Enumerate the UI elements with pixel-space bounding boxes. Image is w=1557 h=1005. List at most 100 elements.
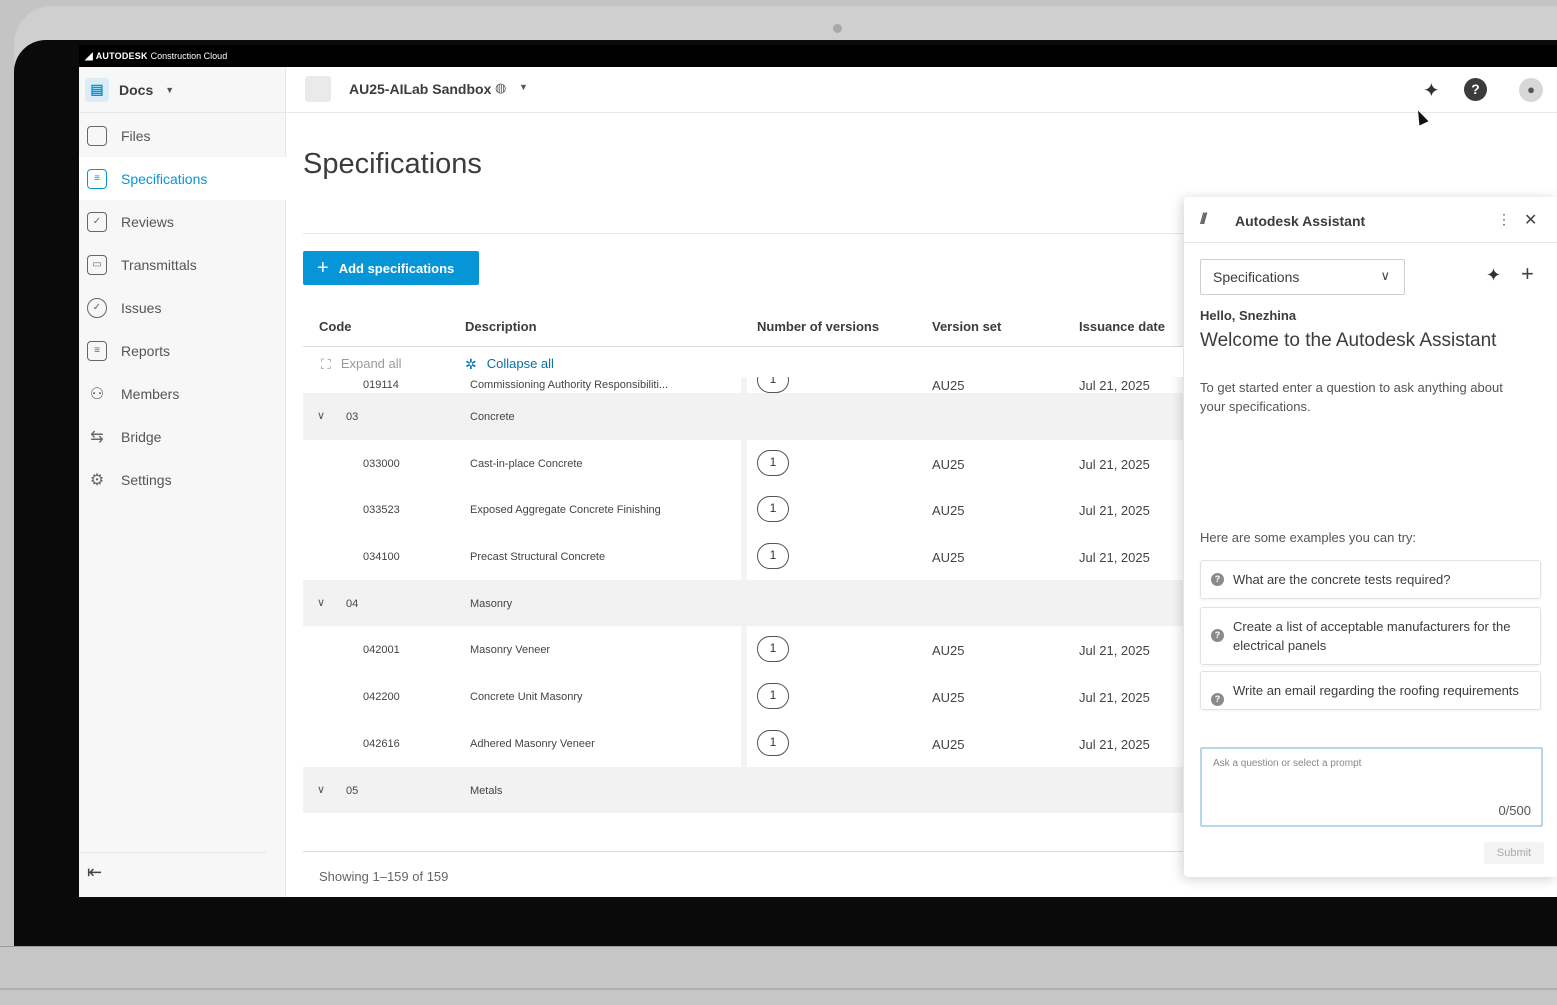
- group-row[interactable]: ∨ 04 Masonry: [303, 579, 1183, 627]
- sidebar-item-reports[interactable]: ≡ Reports: [79, 329, 286, 372]
- close-icon[interactable]: ✕: [1524, 210, 1537, 230]
- chevron-down-icon[interactable]: ∨: [317, 596, 325, 609]
- module-switcher[interactable]: ▤ Docs ▼: [79, 67, 286, 113]
- column-header-issuance-date[interactable]: Issuance date: [1079, 319, 1165, 334]
- ai-sparkle-icon[interactable]: ✦: [1423, 78, 1440, 103]
- assistant-input-placeholder: Ask a question or select a prompt: [1213, 758, 1362, 769]
- row-versions-badge[interactable]: 1: [757, 729, 789, 756]
- group-row[interactable]: ∨ 03 Concrete: [303, 393, 1183, 440]
- row-version-set: AU25: [932, 690, 965, 706]
- reviews-icon: ✓: [87, 211, 107, 232]
- sidebar-item-issues[interactable]: ✓ Issues: [79, 286, 286, 329]
- column-header-version-set[interactable]: Version set: [932, 319, 1001, 334]
- row-description: Commissioning Authority Responsibiliti..…: [470, 379, 669, 391]
- assistant-panel: /// Autodesk Assistant ⋮ ✕ Specification…: [1184, 197, 1557, 877]
- table-row[interactable]: 034100 Precast Structural Concrete 1 AU2…: [303, 533, 1183, 580]
- plus-icon: +: [317, 257, 329, 279]
- collapse-sidebar-icon[interactable]: ⇤: [87, 862, 102, 883]
- example-prompt[interactable]: ? Create a list of acceptable manufactur…: [1200, 607, 1541, 665]
- row-versions-badge[interactable]: 1: [757, 377, 789, 393]
- assistant-title: Autodesk Assistant: [1235, 213, 1366, 229]
- page-title: Specifications: [303, 148, 482, 180]
- table-row[interactable]: 033000 Cast-in-place Concrete 1 AU25 Jul…: [303, 440, 1183, 487]
- row-versions-badge[interactable]: 1: [757, 683, 789, 710]
- sidebar-item-transmittals[interactable]: ▭ Transmittals: [79, 243, 286, 286]
- expand-collapse-bar: ⛶ Expand all ✲ Collapse all: [303, 347, 1183, 377]
- project-name[interactable]: AU25-AILab Sandbox: [349, 81, 491, 97]
- examples-label: Here are some examples you can try:: [1200, 530, 1417, 545]
- assistant-logo-icon: ///: [1200, 211, 1208, 228]
- sidebar-item-bridge[interactable]: ⇆ Bridge: [79, 415, 286, 458]
- brand-name: AUTODESK: [95, 51, 148, 61]
- expand-all-button[interactable]: ⛶ Expand all: [321, 356, 402, 373]
- sidebar-item-label: Specifications: [121, 170, 208, 187]
- row-description: Concrete Unit Masonry: [470, 691, 583, 704]
- row-description: Cast-in-place Concrete: [470, 457, 583, 470]
- table-row[interactable]: 042200 Concrete Unit Masonry 1 AU25 Jul …: [303, 673, 1183, 720]
- table-row[interactable]: 042616 Adhered Masonry Veneer 1 AU25 Jul…: [303, 720, 1183, 767]
- row-versions-badge[interactable]: 1: [757, 496, 789, 523]
- column-header-versions[interactable]: Number of versions: [757, 319, 879, 334]
- group-row[interactable]: ∨ 05 Metals: [303, 766, 1183, 814]
- example-prompt-text: Create a list of acceptable manufacturer…: [1233, 619, 1511, 653]
- collapse-all-button[interactable]: ✲ Collapse all: [465, 356, 554, 373]
- column-header-code[interactable]: Code: [319, 319, 352, 334]
- row-issuance-date: Jul 21, 2025: [1079, 456, 1150, 472]
- row-version-set: AU25: [932, 378, 965, 393]
- row-issuance-date: Jul 21, 2025: [1079, 550, 1150, 566]
- row-description: Precast Structural Concrete: [470, 551, 606, 564]
- column-header-description[interactable]: Description: [465, 319, 537, 334]
- example-prompt[interactable]: ? Write an email regarding the roofing r…: [1200, 671, 1541, 710]
- bridge-icon: ⇆: [90, 428, 104, 446]
- user-avatar[interactable]: ●: [1519, 78, 1543, 102]
- table-header: Code Description Number of versions Vers…: [303, 307, 1183, 347]
- expand-all-label: Expand all: [340, 356, 402, 371]
- assistant-scope-select[interactable]: Specifications ∨: [1200, 259, 1405, 295]
- row-versions-badge[interactable]: 1: [757, 636, 789, 663]
- row-issuance-date: Jul 21, 2025: [1079, 643, 1150, 659]
- project-caret-down-icon[interactable]: ▼: [519, 82, 528, 92]
- sidebar-item-reviews[interactable]: ✓ Reviews: [79, 200, 286, 243]
- sidebar-item-label: Transmittals: [121, 256, 197, 273]
- question-icon: ?: [1211, 573, 1224, 586]
- new-chat-icon[interactable]: +: [1521, 261, 1534, 287]
- row-issuance-date: Jul 21, 2025: [1079, 503, 1150, 519]
- ai-sparkle-icon[interactable]: ✦: [1486, 265, 1501, 286]
- sidebar-item-settings[interactable]: ⚙ Settings: [79, 458, 286, 501]
- sidebar-item-specifications[interactable]: ≡ Specifications: [79, 157, 286, 200]
- row-description: Exposed Aggregate Concrete Finishing: [470, 504, 661, 517]
- sidebar-nav: Files ≡ Specifications ✓ Reviews ▭ Trans…: [79, 114, 286, 501]
- submit-button[interactable]: Submit: [1484, 842, 1544, 864]
- table-row[interactable]: 042001 Masonry Veneer 1 AU25 Jul 21, 202…: [303, 626, 1183, 673]
- sidebar-item-files[interactable]: Files: [79, 114, 286, 157]
- add-specifications-button[interactable]: + Add specifications: [303, 251, 479, 285]
- issues-icon: ✓: [87, 297, 107, 318]
- row-versions-badge[interactable]: 1: [757, 449, 789, 476]
- assistant-question-input[interactable]: Ask a question or select a prompt 0/500: [1200, 747, 1543, 827]
- table-row[interactable]: 033523 Exposed Aggregate Concrete Finish…: [303, 486, 1183, 533]
- group-description: Masonry: [470, 597, 513, 610]
- collapse-icon: ✲: [465, 356, 477, 372]
- row-versions-badge[interactable]: 1: [757, 543, 789, 570]
- group-code: 03: [346, 411, 359, 423]
- example-prompt-text: Write an email regarding the roofing req…: [1233, 683, 1519, 698]
- settings-icon: ⚙: [89, 471, 105, 489]
- transmittals-icon: ▭: [87, 254, 107, 275]
- example-prompt[interactable]: ? What are the concrete tests required?: [1200, 560, 1541, 599]
- autodesk-logo-icon: ◢: [85, 50, 93, 62]
- row-code: 042616: [363, 737, 400, 750]
- chevron-down-icon[interactable]: ∨: [317, 409, 325, 422]
- help-icon[interactable]: ?: [1464, 78, 1487, 101]
- laptop-frame-top: [40, 6, 1557, 44]
- chevron-down-icon[interactable]: ∨: [317, 783, 325, 796]
- more-options-icon[interactable]: ⋮: [1497, 211, 1511, 228]
- laptop-camera: [833, 24, 842, 33]
- sidebar-item-members[interactable]: ⚇ Members: [79, 372, 286, 415]
- sidebar-divider: [79, 852, 266, 853]
- row-issuance-date: Jul 21, 2025: [1079, 690, 1150, 706]
- row-code: 042001: [363, 644, 400, 657]
- specifications-icon: ≡: [87, 168, 107, 189]
- pagination-summary: Showing 1–159 of 159: [319, 869, 449, 884]
- row-code: 033000: [363, 457, 400, 470]
- table-row[interactable]: 019114 Commissioning Authority Responsib…: [303, 377, 1183, 393]
